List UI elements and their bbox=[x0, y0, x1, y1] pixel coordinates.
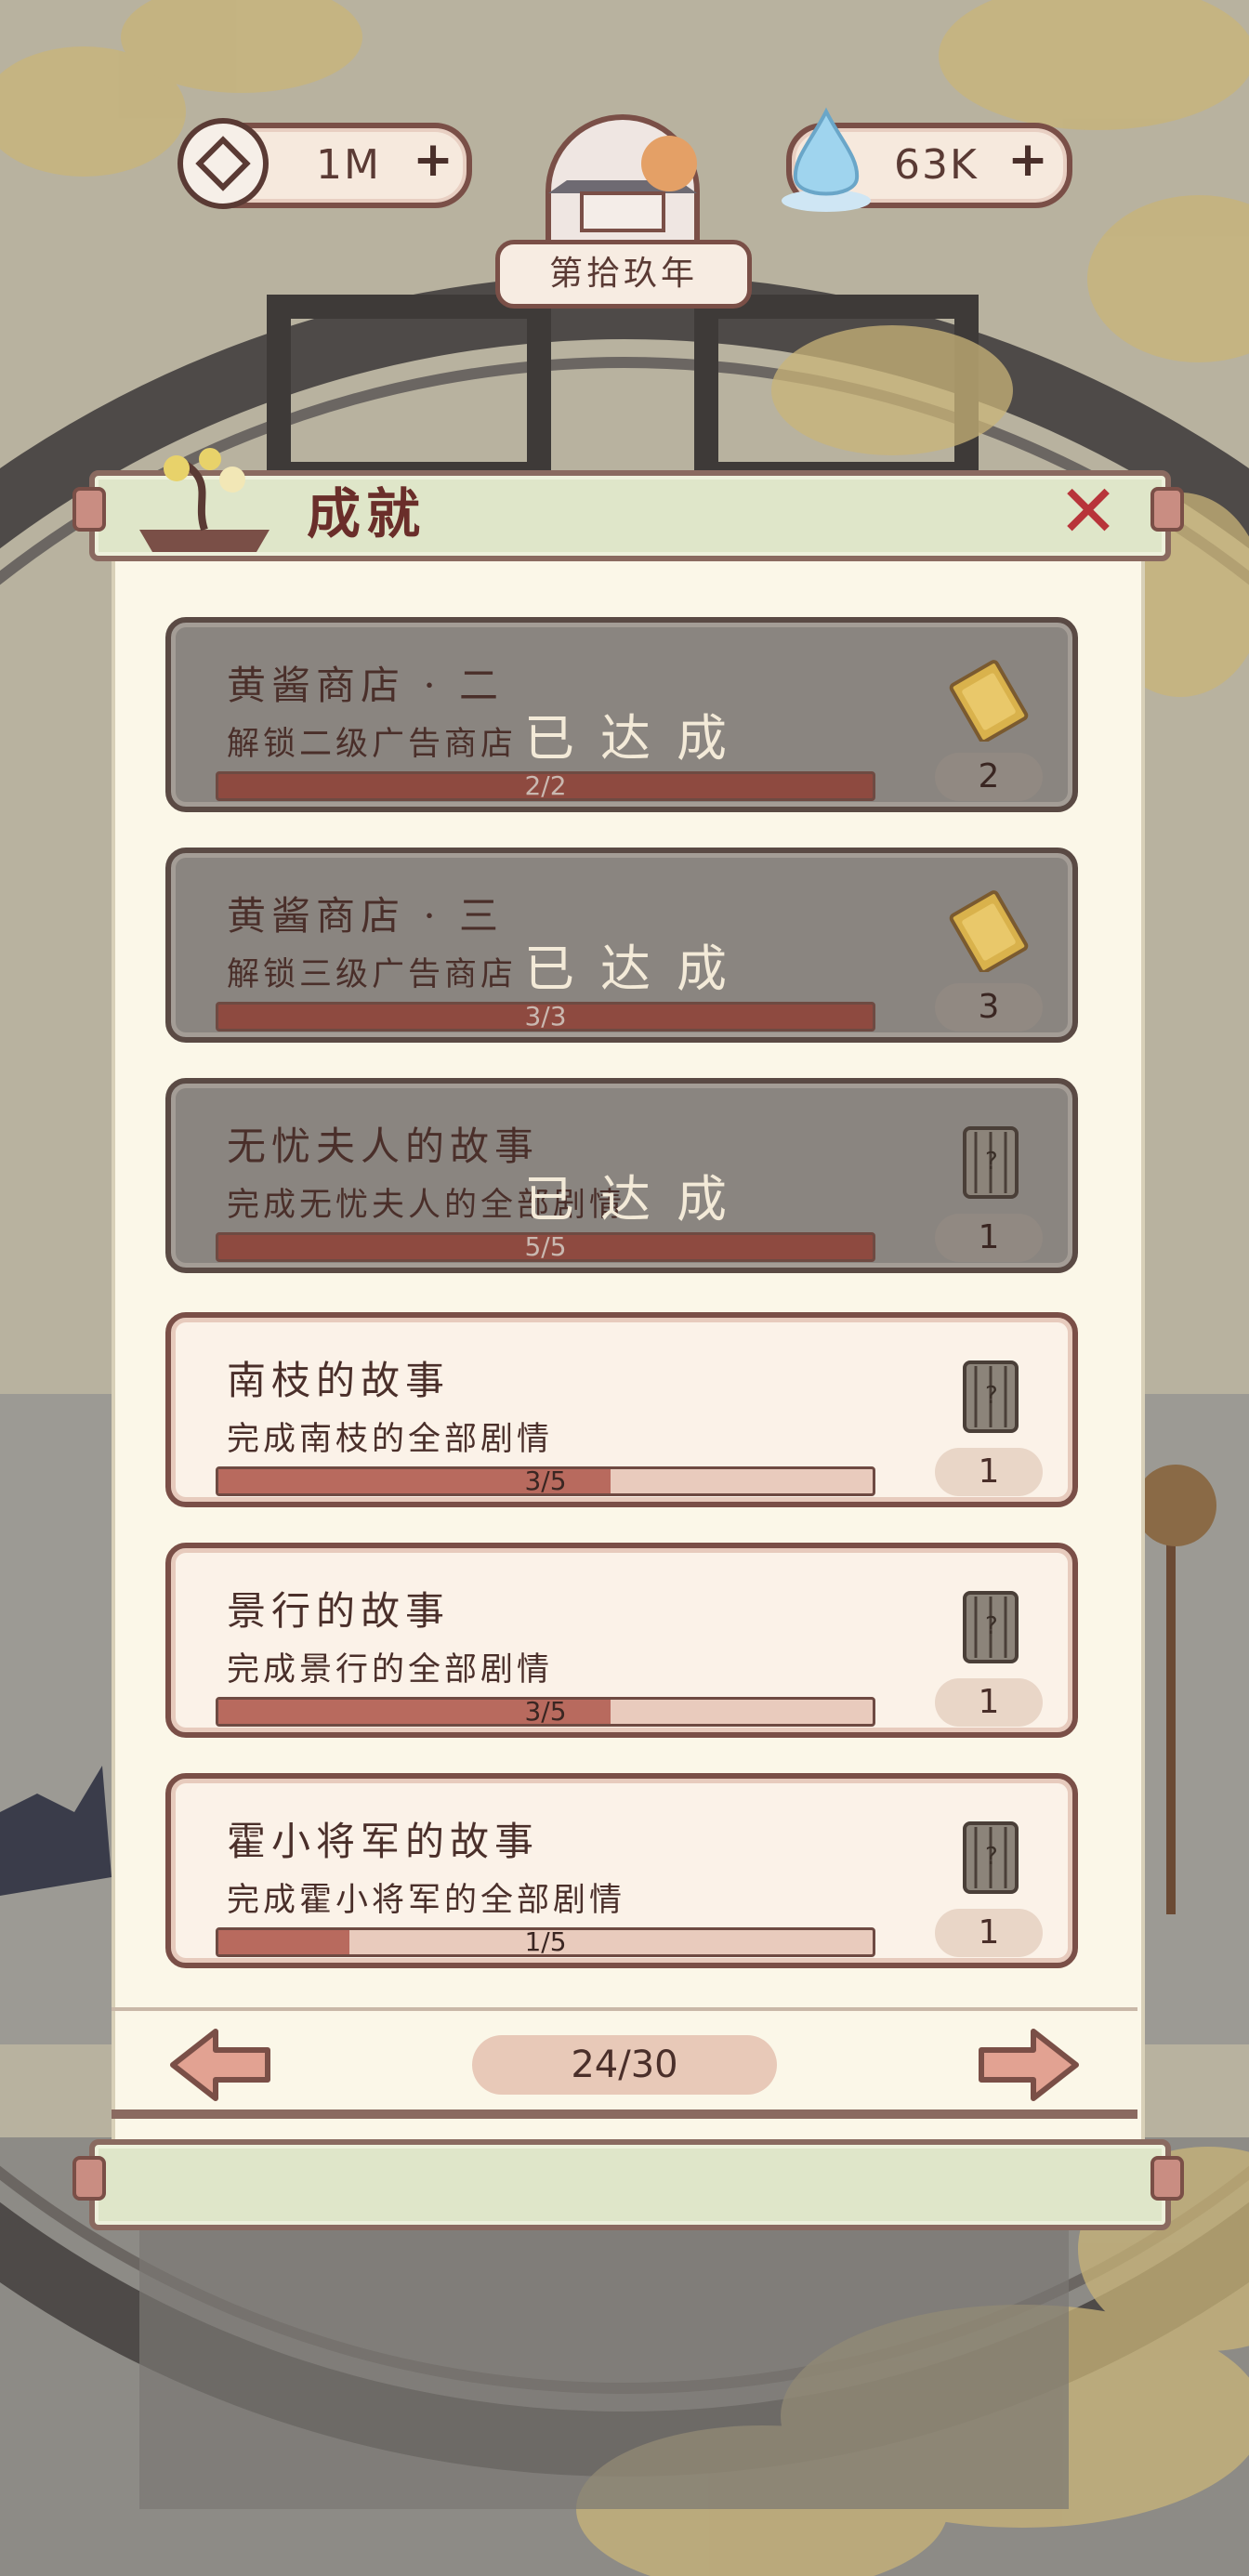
reward-count: 3 bbox=[935, 983, 1043, 1032]
achievement-progress-bar: 5/5 bbox=[216, 1232, 875, 1262]
progress-text: 5/5 bbox=[524, 1232, 567, 1262]
footer-end-left bbox=[72, 2156, 106, 2201]
panel-title: 成就 bbox=[307, 482, 427, 545]
reward-count: 2 bbox=[935, 753, 1043, 801]
scroll-icon: ? bbox=[963, 1591, 1019, 1663]
coin-amount: 1M bbox=[316, 141, 381, 189]
scroll-end-left bbox=[72, 487, 106, 532]
achievement-card[interactable]: 黄酱商店 · 二 解锁二级广告商店 2/2 已达成 2 bbox=[165, 617, 1078, 812]
achievement-name: 景行的故事 bbox=[227, 1588, 451, 1634]
achievement-description: 完成南枝的全部剧情 bbox=[227, 1421, 554, 1458]
reward-count: 1 bbox=[935, 1214, 1043, 1262]
achievement-card[interactable]: 南枝的故事 完成南枝的全部剧情 3/5 ? 1 bbox=[165, 1312, 1078, 1507]
achievement-progress-bar: 2/2 bbox=[216, 771, 875, 801]
scroll-icon: ? bbox=[963, 1821, 1019, 1894]
achievement-progress-bar: 1/5 bbox=[216, 1927, 875, 1957]
achievement-card[interactable]: 霍小将军的故事 完成霍小将军的全部剧情 1/5 ? 1 bbox=[165, 1773, 1078, 1968]
svg-text:?: ? bbox=[985, 1382, 998, 1410]
page-indicator: 24/30 bbox=[472, 2035, 777, 2095]
achievement-description: 完成霍小将军的全部剧情 bbox=[227, 1882, 626, 1919]
svg-text:?: ? bbox=[985, 1148, 998, 1176]
completed-label: 已达成 bbox=[524, 1170, 753, 1229]
year-label: 第拾玖年 bbox=[495, 240, 752, 309]
svg-text:?: ? bbox=[985, 1612, 998, 1640]
progress-text: 2/2 bbox=[524, 771, 567, 801]
water-drop-icon bbox=[782, 107, 871, 212]
achievement-progress-bar: 3/3 bbox=[216, 1002, 875, 1032]
achievement-name: 无忧夫人的故事 bbox=[227, 1124, 540, 1169]
completed-label: 已达成 bbox=[524, 940, 753, 998]
reward-count: 1 bbox=[935, 1678, 1043, 1727]
coin-icon bbox=[177, 118, 269, 209]
svg-text:?: ? bbox=[985, 1843, 998, 1871]
bonsai-icon bbox=[139, 448, 270, 552]
achievement-progress-bar: 3/5 bbox=[216, 1466, 875, 1496]
scroll-end-right bbox=[1150, 487, 1184, 532]
completed-label: 已达成 bbox=[524, 709, 753, 768]
panel-bottom-edge bbox=[112, 2109, 1137, 2119]
achievement-name: 黄酱商店 · 三 bbox=[227, 893, 505, 939]
achievement-name: 南枝的故事 bbox=[227, 1358, 451, 1403]
progress-text: 1/5 bbox=[524, 1927, 567, 1957]
game-screen: 1M + 63K + 第拾玖年 成就 ✕ 黄酱商店 · 二 解锁二级广告商店 2… bbox=[0, 0, 1249, 2576]
achievement-card[interactable]: 无忧夫人的故事 完成无忧夫人的全部剧情 5/5 已达成 ? 1 bbox=[165, 1078, 1078, 1273]
next-page-arrow-icon[interactable] bbox=[974, 2026, 1085, 2104]
ticket-icon bbox=[949, 890, 1029, 972]
house-emblem-icon bbox=[546, 114, 700, 250]
prev-page-arrow-icon[interactable] bbox=[164, 2026, 275, 2104]
achievement-progress-bar: 3/5 bbox=[216, 1697, 875, 1727]
reward-count: 1 bbox=[935, 1448, 1043, 1496]
panel-footer bbox=[89, 2139, 1171, 2230]
divider bbox=[112, 2007, 1137, 2011]
progress-text: 3/3 bbox=[524, 1002, 567, 1032]
achievement-name: 霍小将军的故事 bbox=[227, 1819, 540, 1864]
add-water-button[interactable]: + bbox=[1007, 136, 1048, 184]
achievement-name: 黄酱商店 · 二 bbox=[227, 663, 505, 708]
achievement-card[interactable]: 黄酱商店 · 三 解锁三级广告商店 3/3 已达成 3 bbox=[165, 848, 1078, 1043]
achievement-description: 完成景行的全部剧情 bbox=[227, 1651, 554, 1689]
scroll-icon: ? bbox=[963, 1360, 1019, 1433]
achievement-description: 解锁三级广告商店 bbox=[227, 956, 518, 993]
add-coins-button[interactable]: + bbox=[413, 136, 454, 184]
water-amount: 63K bbox=[894, 141, 979, 189]
reward-count: 1 bbox=[935, 1909, 1043, 1957]
footer-end-right bbox=[1150, 2156, 1184, 2201]
progress-text: 3/5 bbox=[524, 1466, 567, 1496]
ticket-icon bbox=[949, 660, 1029, 742]
achievement-card[interactable]: 景行的故事 完成景行的全部剧情 3/5 ? 1 bbox=[165, 1543, 1078, 1738]
progress-text: 3/5 bbox=[524, 1697, 567, 1727]
achievement-description: 解锁二级广告商店 bbox=[227, 726, 518, 763]
close-button[interactable]: ✕ bbox=[1056, 476, 1121, 548]
scroll-icon: ? bbox=[963, 1126, 1019, 1199]
